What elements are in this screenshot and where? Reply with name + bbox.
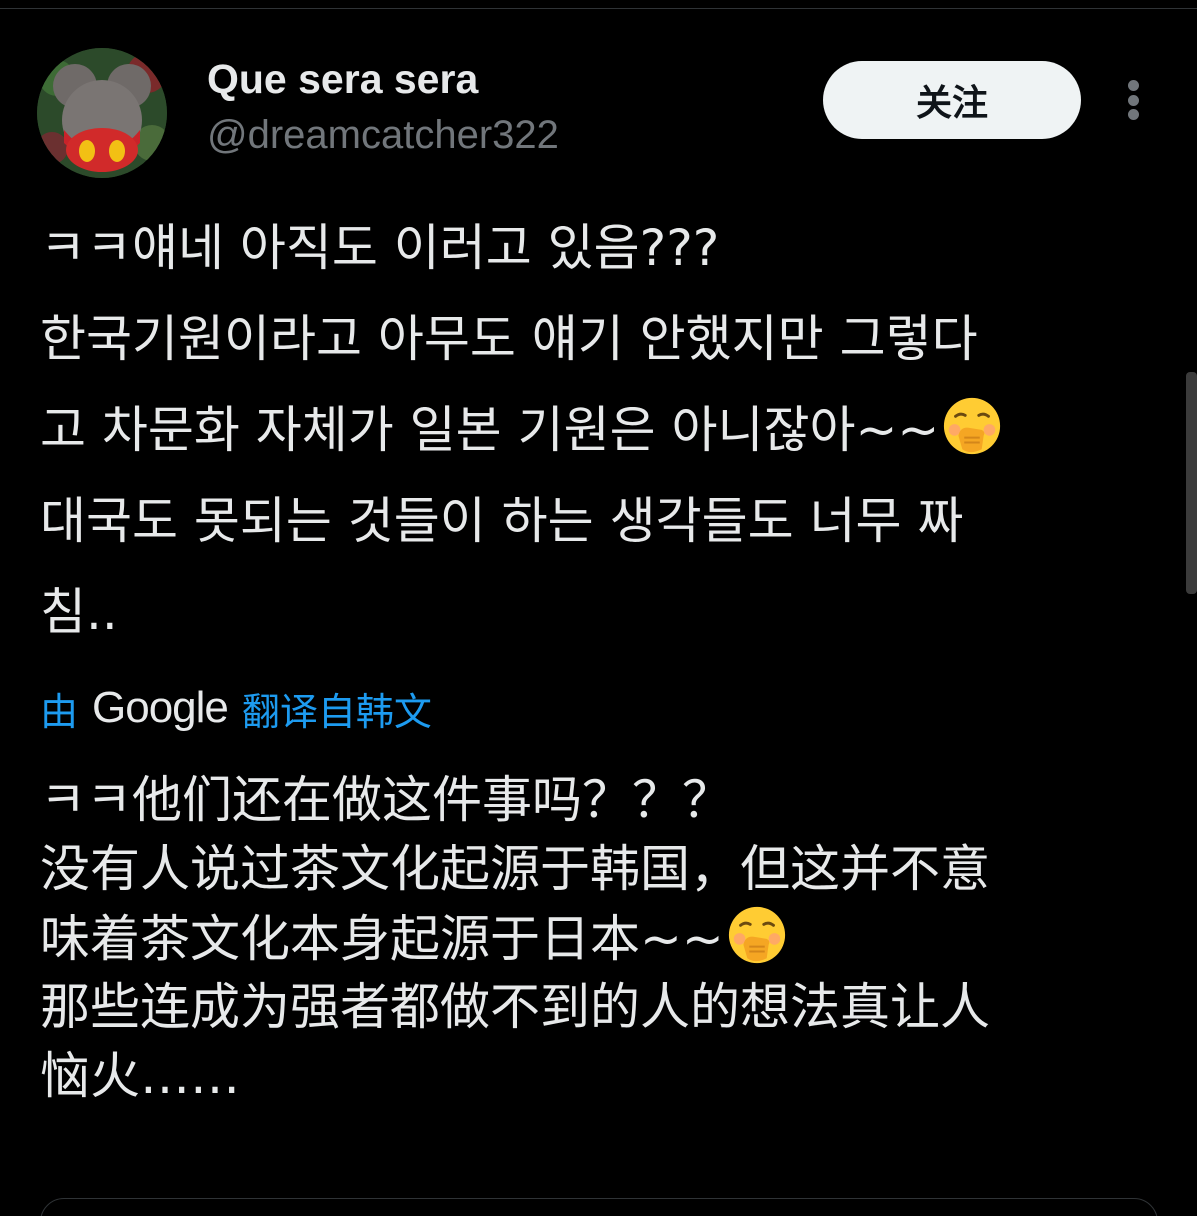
tweet-view: Que sera sera @dreamcatcher322 关注 ㅋㅋ얘네 아…: [0, 0, 1197, 1216]
display-name[interactable]: Que sera sera: [207, 56, 478, 103]
more-dot: [1127, 94, 1139, 106]
tweet-line: 한국기원이라고 아무도 얘기 안했지만 그렇다: [40, 310, 978, 368]
tweet-line: 고 차문화 자체가 일본 기원은 아니잖아~~: [40, 385, 1160, 476]
tweet-line: 대국도 못되는 것들이 하는 생각들도 너무 짜: [40, 492, 964, 550]
translation-line-text: 味着茶文化本身起源于日本~~: [40, 910, 724, 968]
hand-over-mouth-emoji: [726, 904, 788, 966]
translation-prefix: 由: [40, 689, 79, 734]
tweet-line: 침..: [40, 583, 118, 641]
embedded-card[interactable]: [40, 1198, 1158, 1216]
avatar[interactable]: [37, 48, 167, 178]
user-handle[interactable]: @dreamcatcher322: [207, 113, 559, 158]
tweet-text: ㅋㅋ얘네 아직도 이러고 있음??? 한국기원이라고 아무도 얘기 안했지만 그…: [40, 203, 1160, 658]
more-dot: [1127, 109, 1139, 120]
more-dot: [1127, 80, 1139, 91]
translation-notice[interactable]: 由 Google 翻译自韩文: [40, 678, 432, 738]
translation-line: 那些连成为强者都做不到的人的想法真让人: [40, 978, 990, 1036]
tweet-line-text: 고 차문화 자체가 일본 기원은 아니잖아~~: [40, 401, 940, 459]
translation-line: ㅋㅋ他们还在做这件事吗？？？: [40, 771, 732, 829]
tweet-line: ㅋㅋ얘네 아직도 이러고 있음???: [40, 219, 720, 277]
avatar-image: [37, 48, 167, 178]
scrollbar-thumb[interactable]: [1186, 372, 1197, 594]
more-vertical-icon[interactable]: [1118, 76, 1148, 124]
divider: [0, 8, 1197, 9]
translated-text: ㅋㅋ他们还在做这件事吗？？？ 没有人说过茶文化起源于韩国，但这并不意 味着茶文化…: [40, 766, 1170, 1111]
follow-button[interactable]: 关注: [823, 61, 1081, 139]
translation-line: 味着茶文化本身起源于日本~~: [40, 904, 1170, 973]
translation-line: 没有人说过茶文化起源于韩国，但这并不意: [40, 840, 990, 898]
translation-line: 恼火……: [40, 1047, 240, 1105]
hand-over-mouth-emoji: [941, 395, 1003, 457]
google-logo: Google: [92, 683, 229, 732]
translation-suffix: 翻译自韩文: [241, 689, 432, 734]
